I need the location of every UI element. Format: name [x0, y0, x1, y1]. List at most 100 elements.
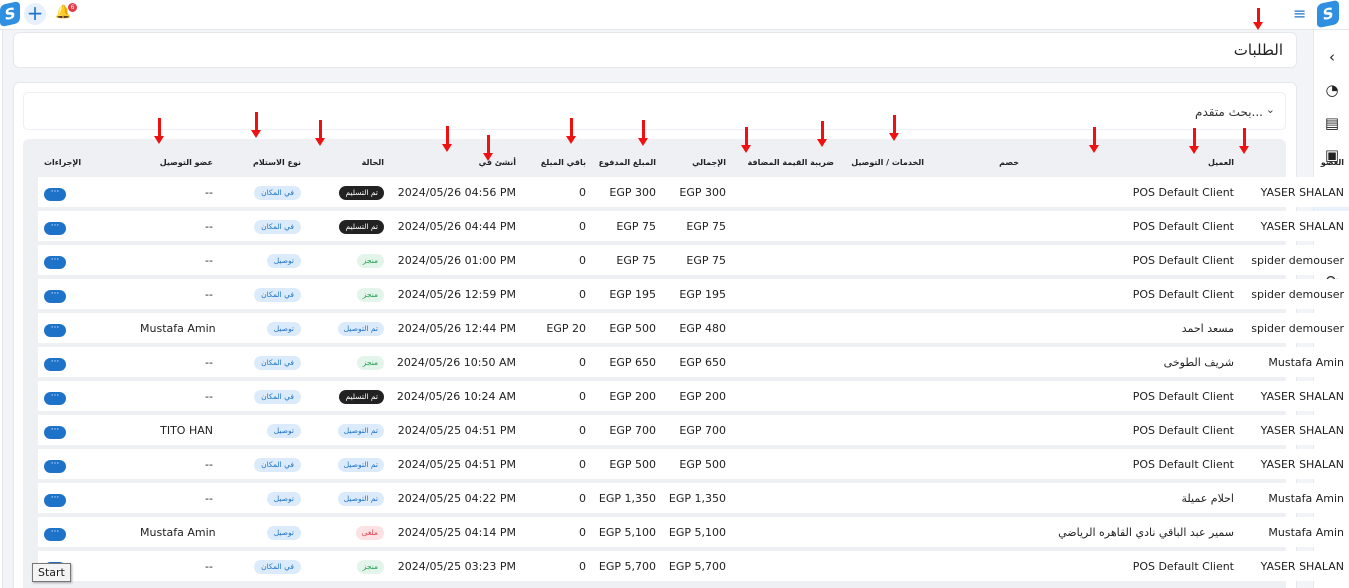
table-row[interactable]: 73 /Mustafa Aminشريف الطوخىEGP 650EGP 65…	[38, 347, 1349, 377]
created-cell: 2024/05/26 04:56 PM	[390, 177, 522, 207]
remaining-cell: 0	[522, 551, 592, 581]
delivery-member-cell: --	[134, 177, 219, 207]
actions-menu-button[interactable]: ···	[44, 187, 66, 201]
table-row[interactable]: 45 /YASER SHALANPOS Default ClientEGP 30…	[38, 177, 1349, 207]
created-cell: 2024/05/25 04:51 PM	[390, 449, 522, 479]
total-cell: EGP 300	[662, 177, 732, 207]
actions-menu-button[interactable]: ···	[44, 323, 66, 337]
cash-register-icon: ▤	[1324, 114, 1340, 132]
vat-cell	[732, 415, 840, 445]
actions-menu-button[interactable]: ···	[44, 391, 66, 405]
pickup-type-badge: في المكان	[254, 287, 301, 302]
services-cell	[840, 279, 930, 309]
actions-cell: ···	[38, 211, 134, 241]
client-cell: سمير عبد الباقي نادي القاهره الرياضي	[1025, 517, 1240, 547]
pickup-type-badge: توصيل	[266, 321, 301, 336]
table-row[interactable]: 119 /spider demouserمسعد احمدEGP 480EGP …	[38, 313, 1349, 343]
table-row[interactable]: 71 /Mustafa Aminسمير عبد الباقي نادي الق…	[38, 517, 1349, 547]
brand-logo-icon[interactable]: S	[1317, 0, 1339, 29]
delivery-member-cell: --	[134, 211, 219, 241]
collapse-chevron-icon[interactable]: ‹	[1314, 42, 1349, 72]
remaining-cell: 0	[522, 517, 592, 547]
type-cell: في المكان	[219, 347, 307, 377]
status-badge: تم التوصيل	[337, 457, 384, 472]
table-row[interactable]: 42 /YASER SHALANPOS Default ClientEGP 70…	[38, 415, 1349, 445]
table-row[interactable]: 44 /YASER SHALANPOS Default ClientEGP 75…	[38, 211, 1349, 241]
remaining-cell: 0	[522, 381, 592, 411]
table-row[interactable]: 34 /YASER SHALANPOS Default ClientEGP 5,…	[38, 551, 1349, 581]
status-cell: تم التوصيل	[307, 483, 390, 513]
actions-cell: ···	[38, 313, 134, 343]
actions-menu-button[interactable]: ···	[44, 289, 66, 303]
remaining-cell: 0	[522, 177, 592, 207]
delivery-member-cell: --	[134, 279, 219, 309]
column-header: عضو التوصيل	[159, 157, 213, 167]
vat-cell	[732, 313, 840, 343]
services-cell	[840, 177, 930, 207]
app-logo-icon[interactable]: S	[0, 0, 20, 28]
services-cell	[840, 415, 930, 445]
status-badge: منجز	[356, 287, 384, 302]
client-cell: احلام عميلة	[1025, 483, 1240, 513]
pickup-type-badge: توصيل	[266, 253, 301, 268]
member-cell: YASER SHALAN	[1240, 415, 1349, 445]
client-cell: POS Default Client	[1025, 551, 1240, 581]
paid-cell: EGP 200	[592, 381, 662, 411]
actions-cell: ···	[38, 483, 134, 513]
vat-cell	[732, 347, 840, 377]
column-header: الخدمات / التوصيل	[851, 157, 924, 167]
table-row[interactable]: 41 /YASER SHALANPOS Default ClientEGP 50…	[38, 449, 1349, 479]
created-cell: 2024/05/26 04:44 PM	[390, 211, 522, 241]
menu-toggle-button[interactable]: ≡	[1293, 6, 1309, 22]
total-cell: EGP 5,700	[662, 551, 732, 581]
actions-menu-button[interactable]: ···	[44, 221, 66, 235]
client-cell: POS Default Client	[1025, 415, 1240, 445]
total-cell: EGP 5,100	[662, 517, 732, 547]
member-cell: YASER SHALAN	[1240, 449, 1349, 479]
status-cell: منجز	[307, 347, 390, 377]
actions-cell: ···	[38, 347, 134, 377]
table-row[interactable]: 43 /YASER SHALANPOS Default ClientEGP 20…	[38, 381, 1349, 411]
column-header: ضريبة القيمة المضافة	[747, 157, 834, 167]
vat-cell	[732, 279, 840, 309]
actions-menu-button[interactable]: ···	[44, 459, 66, 473]
left-edge	[0, 30, 3, 588]
services-cell	[840, 381, 930, 411]
chevron-down-icon: ⌄	[1265, 103, 1275, 116]
status-cell: تم التوصيل	[307, 415, 390, 445]
add-button[interactable]: +	[24, 3, 46, 25]
column-header: أنشئ في	[478, 157, 516, 167]
actions-cell: ···	[38, 415, 134, 445]
remaining-cell: 0	[522, 483, 592, 513]
bell-icon: 🔔 6	[55, 3, 77, 25]
actions-menu-button[interactable]: ···	[44, 357, 66, 371]
delivery-member-cell: Mustafa Amin	[134, 313, 219, 343]
table-row[interactable]: 120 /spider demouserPOS Default ClientEG…	[38, 279, 1349, 309]
actions-menu-button[interactable]: ···	[44, 255, 66, 269]
discount-cell	[930, 517, 1025, 547]
actions-menu-button[interactable]: ···	[44, 493, 66, 507]
status-cell: تم التوصيل	[307, 313, 390, 343]
advanced-search-toggle[interactable]: ⌄ بحث متقدم...	[23, 92, 1286, 130]
actions-cell: ···	[38, 449, 134, 479]
vat-cell	[732, 449, 840, 479]
remaining-cell: EGP 20	[522, 313, 592, 343]
notifications-button[interactable]: 🔔 6	[55, 3, 77, 25]
sidebar-item-pos[interactable]: ▤	[1314, 108, 1349, 138]
vat-cell	[732, 245, 840, 275]
annotation-arrow-num	[1239, 128, 1249, 154]
actions-menu-button[interactable]: ···	[44, 425, 66, 439]
remaining-cell: 0	[522, 211, 592, 241]
total-cell: EGP 650	[662, 347, 732, 377]
sidebar-item-dashboard[interactable]: ◔	[1314, 75, 1349, 105]
status-cell: منجز	[307, 279, 390, 309]
actions-cell: ···	[38, 245, 134, 275]
actions-menu-button[interactable]: ···	[44, 527, 66, 541]
created-cell: 2024/05/26 10:24 AM	[390, 381, 522, 411]
paid-cell: EGP 300	[592, 177, 662, 207]
services-cell	[840, 483, 930, 513]
created-cell: 2024/05/26 12:44 PM	[390, 313, 522, 343]
table-row[interactable]: 72 /Mustafa Aminاحلام عميلةEGP 1,350EGP …	[38, 483, 1349, 513]
paid-cell: EGP 75	[592, 245, 662, 275]
table-row[interactable]: 121 /spider demouserPOS Default ClientEG…	[38, 245, 1349, 275]
